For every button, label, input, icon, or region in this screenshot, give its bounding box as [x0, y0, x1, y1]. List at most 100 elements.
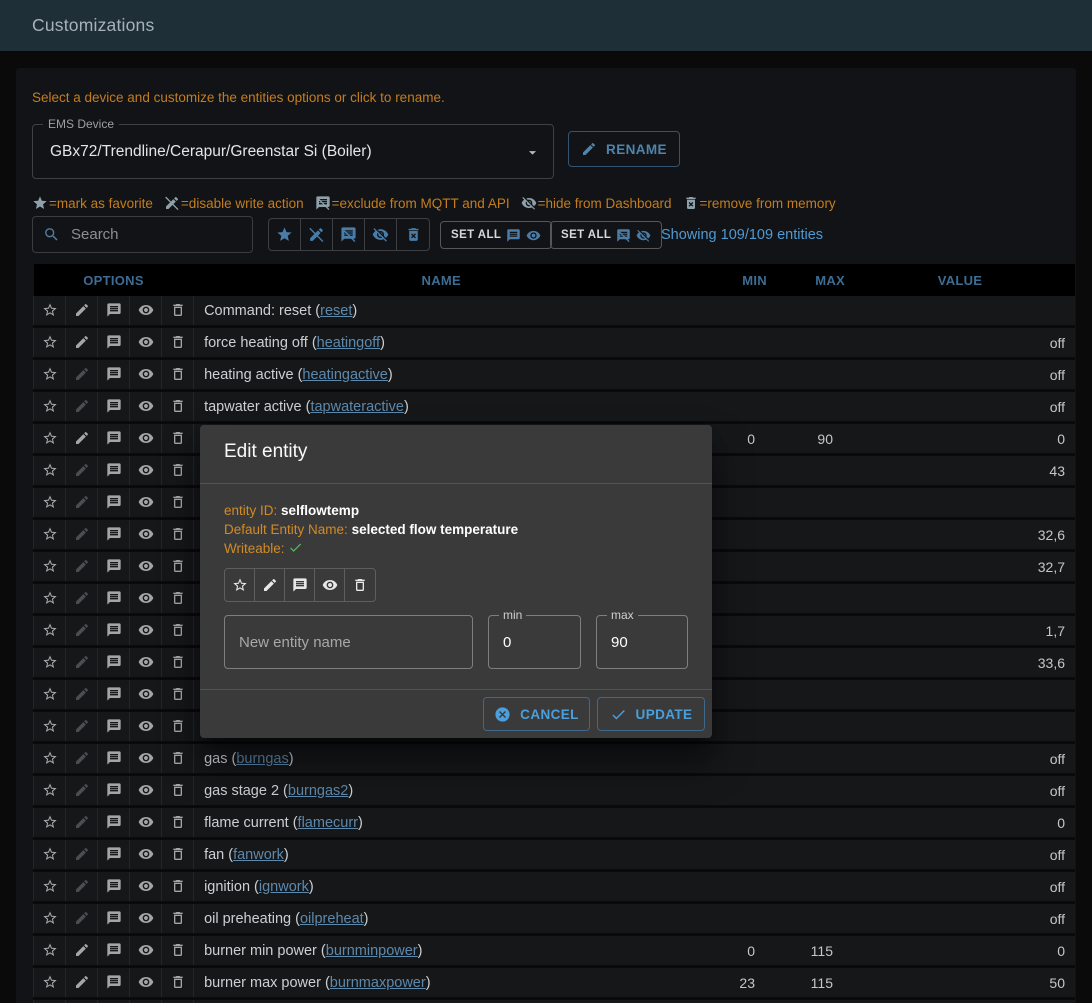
visibility-toggle[interactable]	[130, 775, 162, 807]
filter-visibility-button[interactable]	[365, 219, 397, 250]
visibility-toggle[interactable]	[130, 839, 162, 871]
mqtt-toggle-button[interactable]	[285, 569, 315, 601]
entity-id-link[interactable]: heatingoff	[317, 335, 380, 351]
mqtt-toggle[interactable]	[98, 871, 130, 903]
mqtt-toggle[interactable]	[98, 423, 130, 455]
favorite-toggle[interactable]	[34, 327, 66, 359]
favorite-toggle[interactable]	[34, 967, 66, 999]
filter-mqtt-button[interactable]	[333, 219, 365, 250]
write-toggle[interactable]	[66, 551, 98, 583]
visibility-toggle[interactable]	[130, 296, 162, 327]
favorite-toggle[interactable]	[34, 647, 66, 679]
entity-id-link[interactable]: burngas2	[288, 783, 348, 799]
visibility-toggle[interactable]	[130, 551, 162, 583]
write-toggle[interactable]	[66, 871, 98, 903]
visibility-toggle[interactable]	[130, 743, 162, 775]
write-toggle[interactable]	[66, 487, 98, 519]
visibility-toggle[interactable]	[130, 615, 162, 647]
delete-toggle[interactable]	[162, 711, 194, 743]
favorite-toggle[interactable]	[34, 775, 66, 807]
visibility-toggle[interactable]	[130, 359, 162, 391]
min-input[interactable]	[503, 616, 570, 668]
mqtt-toggle[interactable]	[98, 807, 130, 839]
set-all-hide-button[interactable]: SET ALL	[550, 221, 662, 249]
delete-toggle[interactable]	[162, 935, 194, 967]
favorite-toggle[interactable]	[34, 903, 66, 935]
visibility-toggle[interactable]	[130, 647, 162, 679]
mqtt-toggle[interactable]	[98, 743, 130, 775]
write-toggle[interactable]	[66, 615, 98, 647]
write-toggle[interactable]	[66, 327, 98, 359]
write-toggle[interactable]	[66, 775, 98, 807]
rename-button[interactable]: RENAME	[568, 131, 680, 167]
visibility-toggle[interactable]	[130, 391, 162, 423]
mqtt-toggle[interactable]	[98, 487, 130, 519]
entity-id-link[interactable]: burnmaxpower	[330, 975, 426, 991]
visibility-toggle[interactable]	[130, 519, 162, 551]
mqtt-toggle[interactable]	[98, 839, 130, 871]
favorite-toggle[interactable]	[34, 519, 66, 551]
delete-toggle[interactable]	[162, 807, 194, 839]
write-toggle[interactable]	[66, 935, 98, 967]
delete-toggle[interactable]	[162, 679, 194, 711]
write-toggle-button[interactable]	[255, 569, 285, 601]
entity-id-link[interactable]: tapwateractive	[310, 399, 404, 415]
write-toggle[interactable]	[66, 903, 98, 935]
favorite-toggle[interactable]	[34, 615, 66, 647]
delete-toggle[interactable]	[162, 743, 194, 775]
entity-id-link[interactable]: burngas	[236, 751, 288, 767]
favorite-toggle[interactable]	[34, 487, 66, 519]
mqtt-toggle[interactable]	[98, 775, 130, 807]
visibility-toggle-button[interactable]	[315, 569, 345, 601]
cancel-button[interactable]: CANCEL	[483, 697, 590, 731]
delete-toggle[interactable]	[162, 871, 194, 903]
mqtt-toggle[interactable]	[98, 359, 130, 391]
write-toggle[interactable]	[66, 391, 98, 423]
new-entity-name-input[interactable]	[239, 616, 462, 668]
favorite-toggle[interactable]	[34, 935, 66, 967]
entity-id-link[interactable]: fanwork	[233, 847, 284, 863]
entity-id-link[interactable]: flamecurr	[298, 815, 358, 831]
delete-toggle[interactable]	[162, 775, 194, 807]
mqtt-toggle[interactable]	[98, 711, 130, 743]
delete-toggle[interactable]	[162, 423, 194, 455]
entity-id-link[interactable]: ignwork	[259, 879, 309, 895]
delete-toggle[interactable]	[162, 519, 194, 551]
write-toggle[interactable]	[66, 359, 98, 391]
entity-id-link[interactable]: heatingactive	[302, 367, 387, 383]
favorite-toggle[interactable]	[34, 999, 66, 1003]
favorite-toggle[interactable]	[34, 296, 66, 327]
filter-write-button[interactable]	[301, 219, 333, 250]
mqtt-toggle[interactable]	[98, 647, 130, 679]
ems-device-select[interactable]: EMS Device GBx72/Trendline/Cerapur/Green…	[32, 124, 554, 179]
write-toggle[interactable]	[66, 423, 98, 455]
delete-toggle[interactable]	[162, 455, 194, 487]
write-toggle[interactable]	[66, 519, 98, 551]
write-toggle[interactable]	[66, 711, 98, 743]
write-toggle[interactable]	[66, 455, 98, 487]
visibility-toggle[interactable]	[130, 871, 162, 903]
mqtt-toggle[interactable]	[98, 391, 130, 423]
write-toggle[interactable]	[66, 296, 98, 327]
favorite-toggle-button[interactable]	[225, 569, 255, 601]
favorite-toggle[interactable]	[34, 455, 66, 487]
visibility-toggle[interactable]	[130, 455, 162, 487]
search-input[interactable]	[69, 225, 242, 244]
max-input[interactable]	[611, 616, 677, 668]
delete-toggle[interactable]	[162, 615, 194, 647]
mqtt-toggle[interactable]	[98, 327, 130, 359]
entity-id-link[interactable]: burnminpower	[326, 943, 418, 959]
visibility-toggle[interactable]	[130, 487, 162, 519]
delete-toggle-button[interactable]	[345, 569, 375, 601]
mqtt-toggle[interactable]	[98, 296, 130, 327]
delete-toggle[interactable]	[162, 903, 194, 935]
favorite-toggle[interactable]	[34, 583, 66, 615]
mqtt-toggle[interactable]	[98, 551, 130, 583]
write-toggle[interactable]	[66, 999, 98, 1003]
write-toggle[interactable]	[66, 967, 98, 999]
entity-id-link[interactable]: oilpreheat	[300, 911, 364, 927]
filter-delete-button[interactable]	[397, 219, 429, 250]
delete-toggle[interactable]	[162, 487, 194, 519]
visibility-toggle[interactable]	[130, 903, 162, 935]
visibility-toggle[interactable]	[130, 679, 162, 711]
